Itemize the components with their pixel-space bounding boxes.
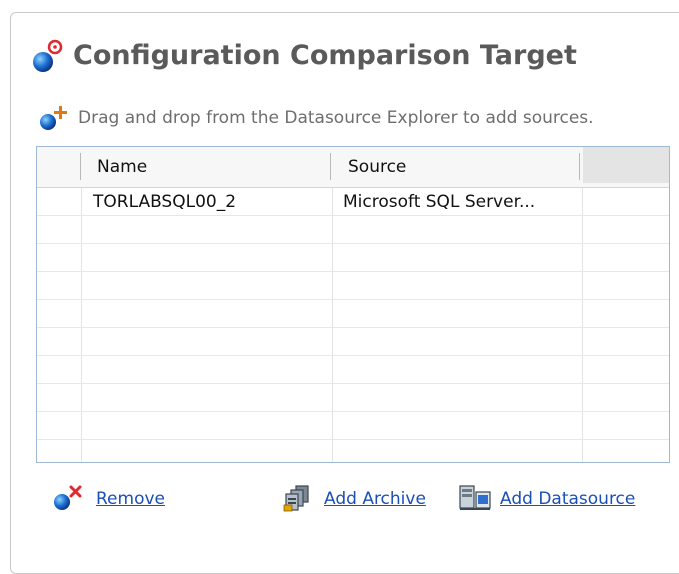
add-datasource-link[interactable]: Add Datasource — [500, 488, 635, 510]
table-row — [37, 384, 669, 412]
table-row — [37, 412, 669, 440]
sources-table[interactable]: Name Source TORLABSQL00_2 Microsoft SQL … — [36, 146, 670, 463]
archive-icon — [282, 484, 316, 512]
add-archive-button[interactable]: Add Archive — [282, 484, 442, 514]
table-body: TORLABSQL00_2 Microsoft SQL Server... — [37, 188, 669, 440]
column-header-source[interactable]: Source — [348, 147, 406, 187]
column-header-name[interactable]: Name — [97, 147, 147, 187]
datasource-icon — [458, 484, 492, 512]
column-divider[interactable] — [579, 153, 580, 180]
add-source-icon — [38, 104, 76, 132]
table-row — [37, 216, 669, 244]
action-bar: Remove Add Archive Add Datasource — [0, 478, 679, 518]
column-divider — [80, 153, 81, 180]
table-row — [37, 244, 669, 272]
column-divider[interactable] — [330, 153, 331, 180]
table-row[interactable]: TORLABSQL00_2 Microsoft SQL Server... — [37, 188, 669, 216]
hint-text: Drag and drop from the Datasource Explor… — [78, 108, 594, 128]
column-header-filler — [583, 147, 669, 183]
table-row — [37, 328, 669, 356]
remove-icon — [52, 484, 86, 512]
target-icon — [30, 38, 70, 74]
table-row — [37, 300, 669, 328]
cell-source: Microsoft SQL Server... — [343, 192, 536, 212]
remove-button[interactable]: Remove — [52, 484, 182, 514]
add-datasource-button[interactable]: Add Datasource — [458, 484, 668, 514]
table-row — [37, 356, 669, 384]
add-archive-link[interactable]: Add Archive — [324, 488, 426, 510]
page-title: Configuration Comparison Target — [73, 40, 577, 71]
cell-name: TORLABSQL00_2 — [93, 192, 237, 212]
remove-link[interactable]: Remove — [96, 488, 165, 510]
table-header: Name Source — [37, 147, 669, 188]
table-row — [37, 272, 669, 300]
